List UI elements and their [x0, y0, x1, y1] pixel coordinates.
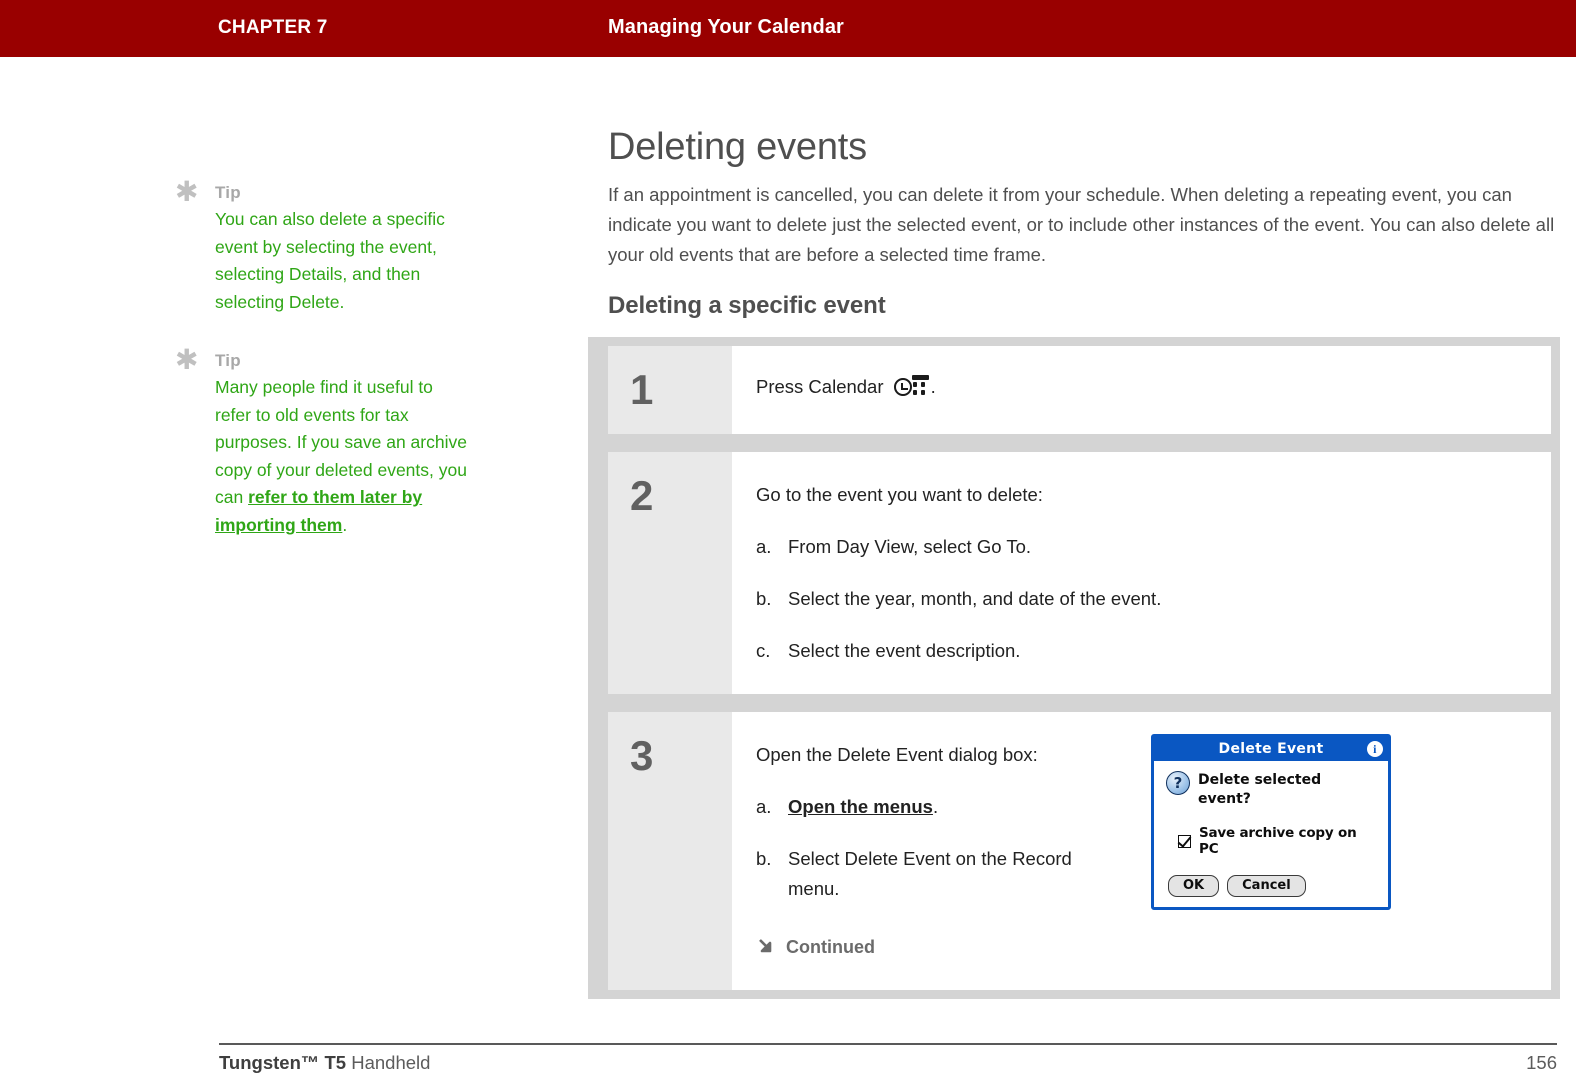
- dialog-body: ? Delete selected event? Save archive co…: [1154, 761, 1388, 907]
- step-text: Press Calendar .: [756, 372, 936, 408]
- header-title: Managing Your Calendar: [608, 16, 844, 38]
- continued-note: Continued: [756, 932, 1086, 962]
- page-number: 156: [1526, 1052, 1557, 1073]
- substep-marker: b.: [756, 588, 772, 609]
- asterisk-icon: ✱: [175, 343, 199, 376]
- substep-text: Open the menus.: [788, 792, 1086, 822]
- substep-text: From Day View, select Go To.: [788, 536, 1031, 557]
- step-content: Press Calendar .: [732, 346, 1551, 434]
- footer-product-bold: Tungsten™ T5: [219, 1052, 347, 1073]
- substep-marker: a.: [756, 796, 772, 817]
- substep-text: Select the year, month, and date of the …: [788, 588, 1162, 609]
- section-subtitle: Deleting a specific event: [608, 292, 886, 319]
- step-number: 2: [608, 452, 732, 694]
- dialog-prompt-row: ? Delete selected event?: [1166, 771, 1376, 809]
- asterisk-icon: ✱: [175, 175, 199, 208]
- step-content: Go to the event you want to delete: a. F…: [732, 452, 1551, 694]
- document-page: CHAPTER 7 Managing Your Calendar ✱ Tip Y…: [0, 0, 1576, 1080]
- open-the-menus-link[interactable]: Open the menus: [788, 796, 933, 817]
- sidebar-tips: ✱ Tip You can also delete a specific eve…: [175, 175, 475, 571]
- ok-button[interactable]: OK: [1168, 875, 1220, 897]
- page-header: CHAPTER 7 Managing Your Calendar: [0, 0, 1576, 57]
- continued-label: Continued: [786, 937, 875, 957]
- calendar-icon: [893, 375, 930, 397]
- delete-event-dialog: Delete Event i ? Delete selected event? …: [1151, 734, 1391, 910]
- step-number: 3: [608, 712, 732, 990]
- cancel-button[interactable]: Cancel: [1227, 875, 1306, 897]
- list-item: b. Select Delete Event on the Record men…: [756, 844, 1086, 904]
- step-text: Go to the event you want to delete: a. F…: [756, 480, 1161, 666]
- checked-checkbox-icon[interactable]: [1178, 834, 1191, 848]
- page-title: Deleting events: [608, 126, 867, 168]
- header-chapter-label: CHAPTER 7: [218, 17, 328, 38]
- step-lead-text: Open the Delete Event dialog box:: [756, 744, 1038, 765]
- step-lead-text: Press Calendar: [756, 376, 889, 397]
- substep-marker: b.: [756, 848, 772, 869]
- list-item: a. From Day View, select Go To.: [756, 532, 1161, 562]
- dialog-button-row: OK Cancel: [1168, 875, 1376, 897]
- substep-text: Select Delete Event on the Record menu.: [788, 848, 1072, 899]
- step-lead-text: Go to the event you want to delete:: [756, 484, 1043, 505]
- tip-body-text: You can also delete a specific event by …: [215, 209, 445, 312]
- dialog-title: Delete Event: [1218, 741, 1324, 757]
- substep-text: Select the event description.: [788, 640, 1021, 661]
- table-row: 3 Open the Delete Event dialog box: a. O…: [608, 712, 1551, 990]
- footer-divider: [219, 1043, 1557, 1045]
- list-item: b. Select the year, month, and date of t…: [756, 584, 1161, 614]
- step-lead-text-after: .: [930, 376, 936, 397]
- checkbox-label: Save archive copy on PC: [1199, 825, 1357, 857]
- step-content: Open the Delete Event dialog box: a. Ope…: [732, 712, 1551, 990]
- tip-body: You can also delete a specific event by …: [215, 206, 470, 316]
- substep-text-after: .: [932, 796, 939, 817]
- tip-label: Tip: [215, 183, 241, 202]
- footer-product-rest: Handheld: [346, 1052, 431, 1073]
- tip-label: Tip: [215, 351, 241, 370]
- step-text: Open the Delete Event dialog box: a. Ope…: [756, 740, 1086, 962]
- tip-body-text-after: .: [342, 514, 348, 535]
- list-item: a. Open the menus.: [756, 792, 1086, 822]
- table-row: 2 Go to the event you want to delete: a.…: [608, 452, 1551, 694]
- tip-block-1: ✱ Tip You can also delete a specific eve…: [175, 175, 475, 316]
- question-icon: ?: [1166, 771, 1190, 795]
- save-archive-checkbox-row[interactable]: Save archive copy on PC: [1178, 825, 1376, 857]
- table-row: 1 Press Calendar .: [608, 346, 1551, 434]
- substep-marker: c.: [756, 640, 771, 661]
- dialog-title-bar: Delete Event i: [1154, 737, 1388, 761]
- substep-marker: a.: [756, 536, 772, 557]
- info-icon[interactable]: i: [1367, 741, 1383, 757]
- footer-product-name: Tungsten™ T5 Handheld: [219, 1052, 430, 1074]
- list-item: c. Select the event description.: [756, 636, 1161, 666]
- tip-block-2: ✱ Tip Many people find it useful to refe…: [175, 343, 475, 539]
- steps-table: 1 Press Calendar . 2 Go to the event you…: [588, 337, 1560, 999]
- intro-paragraph: If an appointment is cancelled, you can …: [608, 184, 1555, 265]
- arrow-down-right-icon: [756, 936, 778, 958]
- tip-body: Many people find it useful to refer to o…: [215, 374, 470, 539]
- step-number: 1: [608, 346, 732, 434]
- dialog-prompt-text: Delete selected event?: [1198, 772, 1322, 807]
